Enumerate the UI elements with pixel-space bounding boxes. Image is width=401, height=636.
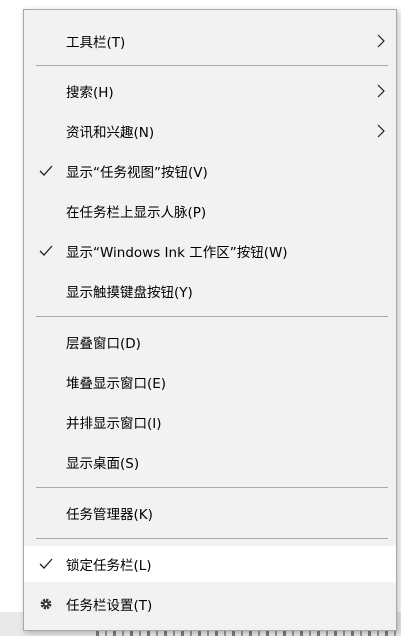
menu-separator bbox=[36, 316, 388, 317]
checkmark-icon bbox=[36, 546, 56, 582]
menu-item-label: 显示“任务视图”按钮(V) bbox=[66, 165, 208, 181]
menu-item-label: 任务管理器(K) bbox=[66, 507, 153, 523]
menu-item-label: 显示“Windows Ink 工作区”按钮(W) bbox=[66, 245, 288, 261]
menu-item-show-desktop[interactable]: 显示桌面(S) bbox=[24, 444, 396, 480]
menu-item-lock-taskbar[interactable]: 锁定任务栏(L) bbox=[24, 546, 396, 582]
menu-separator bbox=[36, 487, 388, 488]
menu-item-label: 任务栏设置(T) bbox=[66, 598, 153, 614]
menu-item-show-task-view[interactable]: 显示“任务视图”按钮(V) bbox=[24, 153, 396, 189]
menu-item-search[interactable]: 搜索(H) bbox=[24, 73, 396, 109]
chevron-right-icon bbox=[374, 73, 388, 109]
menu-separator bbox=[36, 65, 388, 66]
menu-item-task-manager[interactable]: 任务管理器(K) bbox=[24, 495, 396, 531]
menu-item-label: 资讯和兴趣(N) bbox=[66, 125, 155, 141]
menu-item-label: 层叠窗口(D) bbox=[66, 336, 141, 352]
taskbar-context-menu: 工具栏(T) 搜索(H) 资讯和兴趣(N) 显示“任务视图”按钮(V) 在任务栏… bbox=[23, 9, 397, 631]
menu-item-taskbar-settings[interactable]: 任务栏设置(T) bbox=[24, 586, 396, 622]
gear-icon bbox=[36, 586, 56, 622]
menu-item-label: 工具栏(T) bbox=[66, 35, 126, 51]
menu-item-show-touch-keyboard[interactable]: 显示触摸键盘按钮(Y) bbox=[24, 273, 396, 309]
menu-item-label: 在任务栏上显示人脉(P) bbox=[66, 205, 207, 221]
menu-item-show-windows-ink[interactable]: 显示“Windows Ink 工作区”按钮(W) bbox=[24, 233, 396, 269]
menu-item-label: 显示触摸键盘按钮(Y) bbox=[66, 285, 193, 301]
menu-item-side-by-side[interactable]: 并排显示窗口(I) bbox=[24, 404, 396, 440]
checkmark-icon bbox=[36, 153, 56, 189]
chevron-right-icon bbox=[374, 23, 388, 59]
menu-item-label: 显示桌面(S) bbox=[66, 456, 140, 472]
chevron-right-icon bbox=[374, 113, 388, 149]
menu-item-cascade-windows[interactable]: 层叠窗口(D) bbox=[24, 324, 396, 360]
menu-item-label: 搜索(H) bbox=[66, 85, 114, 101]
menu-item-toolbars[interactable]: 工具栏(T) bbox=[24, 23, 396, 59]
menu-item-show-people[interactable]: 在任务栏上显示人脉(P) bbox=[24, 193, 396, 229]
menu-item-label: 并排显示窗口(I) bbox=[66, 416, 162, 432]
menu-item-news-interests[interactable]: 资讯和兴趣(N) bbox=[24, 113, 396, 149]
checkmark-icon bbox=[36, 233, 56, 269]
menu-item-label: 堆叠显示窗口(E) bbox=[66, 376, 167, 392]
menu-separator bbox=[36, 538, 388, 539]
menu-item-stack-windows[interactable]: 堆叠显示窗口(E) bbox=[24, 364, 396, 400]
menu-item-label: 锁定任务栏(L) bbox=[66, 558, 152, 574]
